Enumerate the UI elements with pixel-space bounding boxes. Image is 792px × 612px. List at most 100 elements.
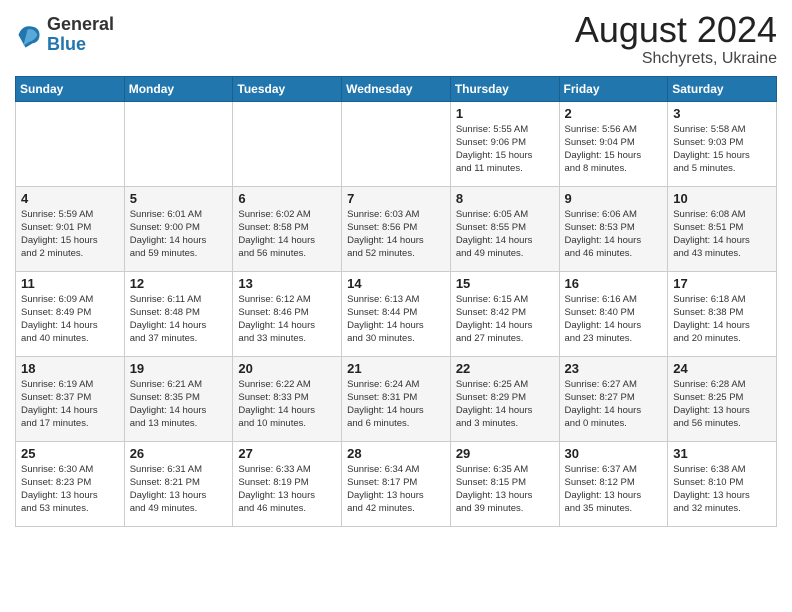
calendar-cell: 9 Sunrise: 6:06 AMSunset: 8:53 PMDaylight…	[559, 186, 668, 271]
calendar-cell	[16, 101, 125, 186]
day-info: Sunrise: 6:09 AMSunset: 8:49 PMDaylight:…	[21, 293, 119, 346]
day-info: Sunrise: 6:28 AMSunset: 8:25 PMDaylight:…	[673, 378, 771, 431]
day-number: 17	[673, 276, 771, 291]
calendar-cell: 1 Sunrise: 5:55 AMSunset: 9:06 PMDaylight…	[450, 101, 559, 186]
col-sunday: Sunday	[16, 76, 125, 101]
day-number: 16	[565, 276, 663, 291]
day-number: 13	[238, 276, 336, 291]
day-info: Sunrise: 6:24 AMSunset: 8:31 PMDaylight:…	[347, 378, 445, 431]
day-number: 28	[347, 446, 445, 461]
day-info: Sunrise: 6:11 AMSunset: 8:48 PMDaylight:…	[130, 293, 228, 346]
calendar-cell: 23 Sunrise: 6:27 AMSunset: 8:27 PMDayligh…	[559, 356, 668, 441]
day-number: 3	[673, 106, 771, 121]
header: General Blue August 2024 Shchyrets, Ukra…	[15, 10, 777, 68]
calendar-cell: 5Sunrise: 6:01 AMSunset: 9:00 PMDaylight…	[124, 186, 233, 271]
calendar-week-2: 4 Sunrise: 5:59 AMSunset: 9:01 PMDaylight…	[16, 186, 777, 271]
col-thursday: Thursday	[450, 76, 559, 101]
calendar-cell	[124, 101, 233, 186]
calendar-cell: 7 Sunrise: 6:03 AMSunset: 8:56 PMDaylight…	[342, 186, 451, 271]
calendar-cell: 12 Sunrise: 6:11 AMSunset: 8:48 PMDayligh…	[124, 271, 233, 356]
calendar-cell: 16Sunrise: 6:16 AMSunset: 8:40 PMDayligh…	[559, 271, 668, 356]
day-info: Sunrise: 6:31 AMSunset: 8:21 PMDaylight:…	[130, 463, 228, 516]
calendar-cell	[233, 101, 342, 186]
day-info: Sunrise: 6:08 AMSunset: 8:51 PMDaylight:…	[673, 208, 771, 261]
col-friday: Friday	[559, 76, 668, 101]
day-number: 22	[456, 361, 554, 376]
day-number: 11	[21, 276, 119, 291]
col-tuesday: Tuesday	[233, 76, 342, 101]
day-number: 31	[673, 446, 771, 461]
calendar-cell: 27Sunrise: 6:33 AMSunset: 8:19 PMDayligh…	[233, 441, 342, 526]
day-number: 14	[347, 276, 445, 291]
day-number: 18	[21, 361, 119, 376]
day-info: Sunrise: 6:22 AMSunset: 8:33 PMDaylight:…	[238, 378, 336, 431]
day-number: 9	[565, 191, 663, 206]
day-number: 25	[21, 446, 119, 461]
day-number: 21	[347, 361, 445, 376]
title-block: August 2024 Shchyrets, Ukraine	[575, 10, 777, 68]
calendar-body: 1 Sunrise: 5:55 AMSunset: 9:06 PMDaylight…	[16, 101, 777, 526]
calendar-cell: 20Sunrise: 6:22 AMSunset: 8:33 PMDayligh…	[233, 356, 342, 441]
calendar-cell: 31 Sunrise: 6:38 AMSunset: 8:10 PMDayligh…	[668, 441, 777, 526]
location: Shchyrets, Ukraine	[575, 50, 777, 68]
day-info: Sunrise: 5:55 AMSunset: 9:06 PMDaylight:…	[456, 123, 554, 176]
calendar-cell: 18Sunrise: 6:19 AMSunset: 8:37 PMDayligh…	[16, 356, 125, 441]
day-number: 30	[565, 446, 663, 461]
logo-blue: Blue	[47, 35, 114, 55]
day-number: 19	[130, 361, 228, 376]
col-wednesday: Wednesday	[342, 76, 451, 101]
calendar-table: Sunday Monday Tuesday Wednesday Thursday…	[15, 76, 777, 527]
calendar-cell: 19Sunrise: 6:21 AMSunset: 8:35 PMDayligh…	[124, 356, 233, 441]
calendar-header: Sunday Monday Tuesday Wednesday Thursday…	[16, 76, 777, 101]
logo-text: General Blue	[47, 15, 114, 55]
day-info: Sunrise: 6:27 AMSunset: 8:27 PMDaylight:…	[565, 378, 663, 431]
day-info: Sunrise: 6:34 AMSunset: 8:17 PMDaylight:…	[347, 463, 445, 516]
day-info: Sunrise: 5:58 AMSunset: 9:03 PMDaylight:…	[673, 123, 771, 176]
day-info: Sunrise: 5:56 AMSunset: 9:04 PMDaylight:…	[565, 123, 663, 176]
day-number: 8	[456, 191, 554, 206]
day-number: 2	[565, 106, 663, 121]
day-info: Sunrise: 6:18 AMSunset: 8:38 PMDaylight:…	[673, 293, 771, 346]
col-saturday: Saturday	[668, 76, 777, 101]
day-info: Sunrise: 6:03 AMSunset: 8:56 PMDaylight:…	[347, 208, 445, 261]
day-number: 10	[673, 191, 771, 206]
day-info: Sunrise: 6:02 AMSunset: 8:58 PMDaylight:…	[238, 208, 336, 261]
day-number: 12	[130, 276, 228, 291]
day-info: Sunrise: 5:59 AMSunset: 9:01 PMDaylight:…	[21, 208, 119, 261]
day-info: Sunrise: 6:15 AMSunset: 8:42 PMDaylight:…	[456, 293, 554, 346]
calendar-week-3: 11 Sunrise: 6:09 AMSunset: 8:49 PMDayligh…	[16, 271, 777, 356]
calendar-week-5: 25 Sunrise: 6:30 AMSunset: 8:23 PMDayligh…	[16, 441, 777, 526]
calendar-cell: 29Sunrise: 6:35 AMSunset: 8:15 PMDayligh…	[450, 441, 559, 526]
day-number: 4	[21, 191, 119, 206]
calendar-cell: 11 Sunrise: 6:09 AMSunset: 8:49 PMDayligh…	[16, 271, 125, 356]
calendar-cell: 26 Sunrise: 6:31 AMSunset: 8:21 PMDayligh…	[124, 441, 233, 526]
day-number: 26	[130, 446, 228, 461]
calendar-cell: 22Sunrise: 6:25 AMSunset: 8:29 PMDayligh…	[450, 356, 559, 441]
day-info: Sunrise: 6:38 AMSunset: 8:10 PMDaylight:…	[673, 463, 771, 516]
day-info: Sunrise: 6:30 AMSunset: 8:23 PMDaylight:…	[21, 463, 119, 516]
calendar-cell: 17 Sunrise: 6:18 AMSunset: 8:38 PMDayligh…	[668, 271, 777, 356]
day-number: 29	[456, 446, 554, 461]
calendar-cell: 14Sunrise: 6:13 AMSunset: 8:44 PMDayligh…	[342, 271, 451, 356]
calendar-week-4: 18Sunrise: 6:19 AMSunset: 8:37 PMDayligh…	[16, 356, 777, 441]
month-year: August 2024	[575, 10, 777, 50]
calendar-cell: 30 Sunrise: 6:37 AMSunset: 8:12 PMDayligh…	[559, 441, 668, 526]
calendar-week-1: 1 Sunrise: 5:55 AMSunset: 9:06 PMDaylight…	[16, 101, 777, 186]
calendar-cell: 6 Sunrise: 6:02 AMSunset: 8:58 PMDaylight…	[233, 186, 342, 271]
calendar-cell: 10 Sunrise: 6:08 AMSunset: 8:51 PMDayligh…	[668, 186, 777, 271]
day-number: 27	[238, 446, 336, 461]
day-info: Sunrise: 6:05 AMSunset: 8:55 PMDaylight:…	[456, 208, 554, 261]
calendar-cell: 8 Sunrise: 6:05 AMSunset: 8:55 PMDaylight…	[450, 186, 559, 271]
col-monday: Monday	[124, 76, 233, 101]
header-row: Sunday Monday Tuesday Wednesday Thursday…	[16, 76, 777, 101]
calendar-cell: 13Sunrise: 6:12 AMSunset: 8:46 PMDayligh…	[233, 271, 342, 356]
day-number: 7	[347, 191, 445, 206]
day-number: 6	[238, 191, 336, 206]
calendar-cell: 3 Sunrise: 5:58 AMSunset: 9:03 PMDaylight…	[668, 101, 777, 186]
day-info: Sunrise: 6:06 AMSunset: 8:53 PMDaylight:…	[565, 208, 663, 261]
day-number: 23	[565, 361, 663, 376]
logo-icon	[15, 21, 43, 49]
day-number: 1	[456, 106, 554, 121]
calendar-cell: 2 Sunrise: 5:56 AMSunset: 9:04 PMDaylight…	[559, 101, 668, 186]
day-info: Sunrise: 6:37 AMSunset: 8:12 PMDaylight:…	[565, 463, 663, 516]
